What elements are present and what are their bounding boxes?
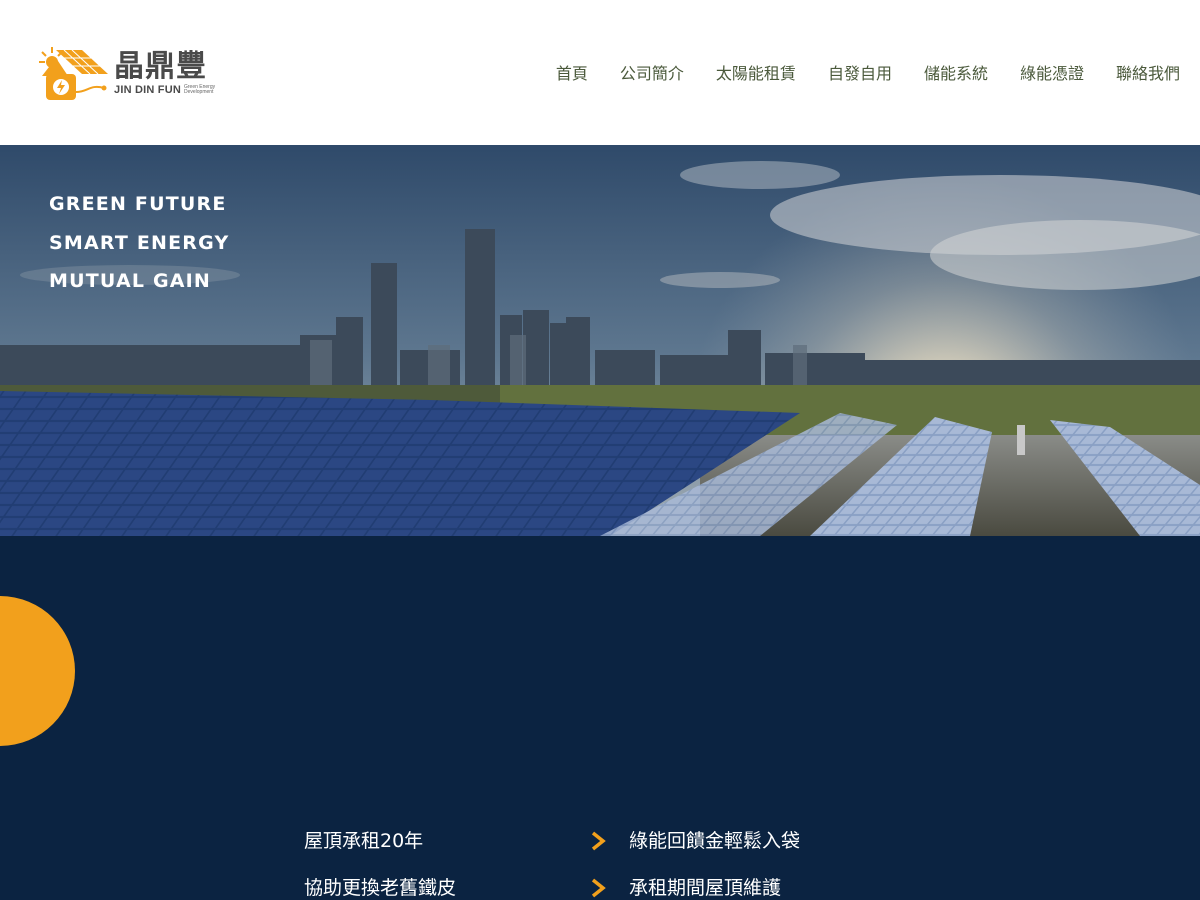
nav-item-green-certificates[interactable]: 綠能憑證 [1020,60,1084,84]
feature-roof-lease-20-years: 屋頂承租20年 [304,830,424,852]
hero-tagline-green-future: GREEN FUTURE [49,193,227,215]
nav-item-contact[interactable]: 聯絡我們 [1116,60,1180,84]
feature-green-rebate: 綠能回饋金輕鬆入袋 [629,830,801,852]
hero-tagline-smart-energy: SMART ENERGY [49,232,230,254]
chevron-right-icon [591,878,606,898]
nav-item-home[interactable]: 首頁 [556,60,588,84]
brand-name-cn: 晶鼎豐 [114,49,207,84]
brand-name-en: JIN DIN FUN [114,84,181,96]
nav-item-about[interactable]: 公司簡介 [620,60,684,84]
decorative-orange-circle [0,596,75,746]
feature-replace-old-roof: 協助更換老舊鐵皮 [304,877,457,899]
site-header: 晶鼎豐 JIN DIN FUN Green Energy Development… [0,0,1200,145]
nav-item-solar-leasing[interactable]: 太陽能租賃 [716,60,796,84]
brand-logo[interactable]: 晶鼎豐 JIN DIN FUN Green Energy Development [38,44,228,102]
brand-subtitle: Green Energy Development [183,84,216,95]
hero-banner: GREEN FUTURE SMART ENERGY MUTUAL GAIN [0,145,1200,536]
hero-tagline-mutual-gain: MUTUAL GAIN [49,270,212,292]
nav-item-energy-storage[interactable]: 儲能系統 [924,60,988,84]
feature-roof-maintenance: 承租期間屋頂維護 [629,877,782,899]
chevron-right-icon [591,831,606,851]
features-section: 屋頂承租20年 協助更換老舊鐵皮 綠能回饋金輕鬆入袋 承租期間屋頂維護 [0,536,1200,900]
nav-item-self-use[interactable]: 自發自用 [828,60,892,84]
main-nav: 首頁 公司簡介 太陽能租賃 自發自用 儲能系統 綠能憑證 聯絡我們 [556,60,1180,84]
solar-house-logo-icon [39,47,108,100]
